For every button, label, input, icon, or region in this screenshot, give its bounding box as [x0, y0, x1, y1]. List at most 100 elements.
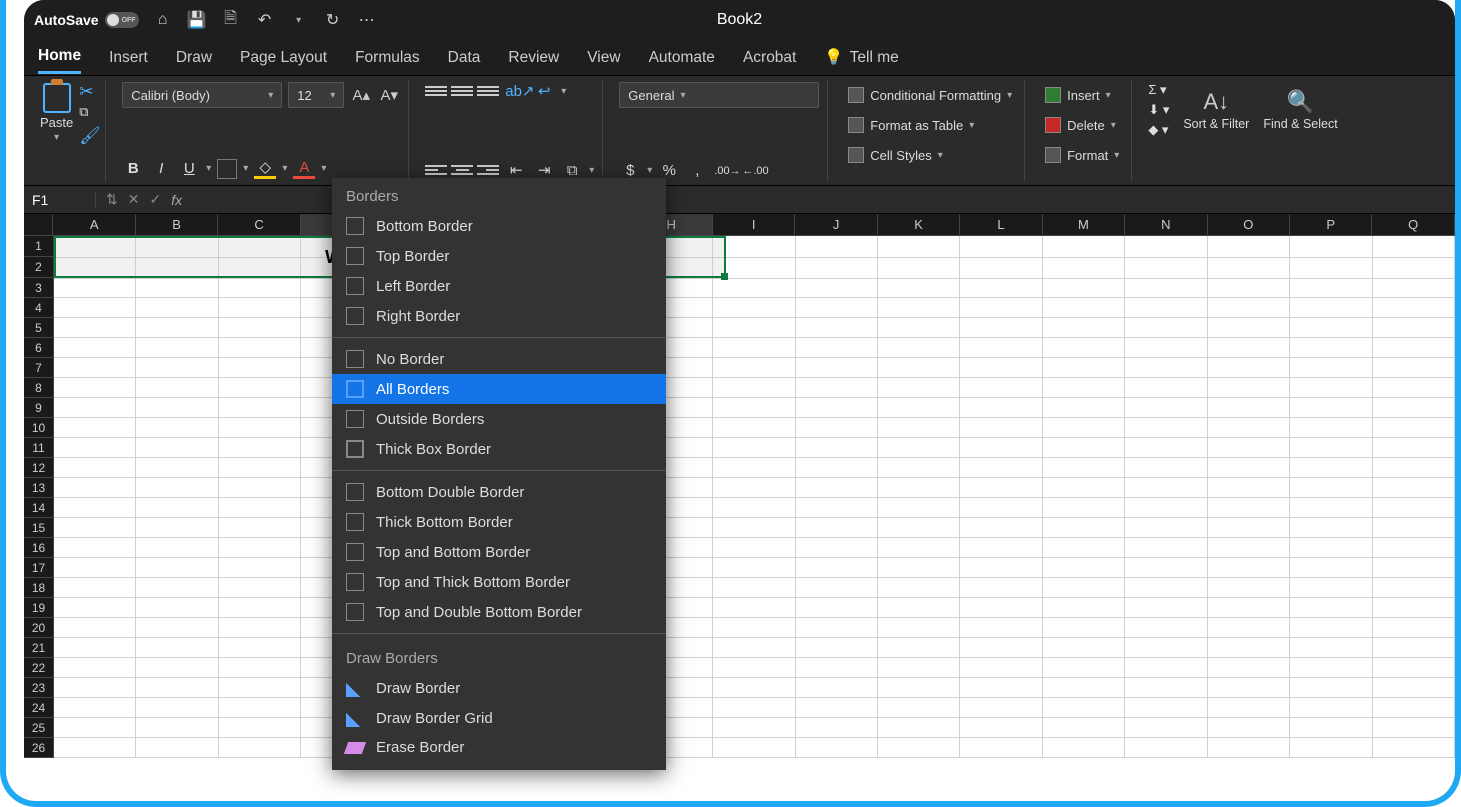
decrease-indent-icon[interactable]: ⇤: [505, 161, 527, 179]
menu-item-top-bottom-border[interactable]: Top and Bottom Border: [332, 537, 666, 567]
cell[interactable]: [1373, 678, 1455, 698]
cell[interactable]: [219, 478, 301, 498]
cell[interactable]: [136, 718, 218, 738]
cell[interactable]: [54, 638, 136, 658]
cell[interactable]: [219, 698, 301, 718]
cell[interactable]: [1208, 738, 1290, 758]
cell[interactable]: [54, 318, 136, 338]
menu-item-left-border[interactable]: Left Border: [332, 271, 666, 301]
cell[interactable]: [796, 318, 878, 338]
cell[interactable]: [1208, 358, 1290, 378]
cell[interactable]: [1208, 498, 1290, 518]
cell[interactable]: [1290, 378, 1372, 398]
cell[interactable]: [796, 298, 878, 318]
align-bottom-icon[interactable]: [477, 82, 499, 100]
cell[interactable]: [1043, 257, 1125, 279]
cell[interactable]: [136, 458, 218, 478]
cell[interactable]: [1373, 518, 1455, 538]
cell[interactable]: [54, 618, 136, 638]
cell[interactable]: [1373, 278, 1455, 298]
cell[interactable]: [1043, 236, 1125, 258]
cell[interactable]: [136, 418, 218, 438]
col-header[interactable]: K: [878, 214, 960, 236]
col-header[interactable]: Q: [1372, 214, 1454, 236]
cell[interactable]: [219, 498, 301, 518]
cell[interactable]: [960, 518, 1042, 538]
cell[interactable]: [1125, 518, 1207, 538]
cell[interactable]: [1043, 438, 1125, 458]
tab-draw[interactable]: Draw: [176, 43, 212, 73]
cell[interactable]: [1373, 598, 1455, 618]
cell[interactable]: [136, 618, 218, 638]
cell[interactable]: [796, 538, 878, 558]
cell[interactable]: [136, 378, 218, 398]
cell[interactable]: [1043, 558, 1125, 578]
cell[interactable]: [960, 478, 1042, 498]
cell[interactable]: [878, 658, 960, 678]
cell[interactable]: [136, 678, 218, 698]
cell[interactable]: [878, 398, 960, 418]
cell[interactable]: [1043, 498, 1125, 518]
cell[interactable]: [960, 698, 1042, 718]
row-header[interactable]: 26: [24, 738, 54, 758]
wrap-text-icon[interactable]: ↩: [533, 82, 555, 100]
cell[interactable]: [54, 478, 136, 498]
cell[interactable]: [1043, 338, 1125, 358]
cell[interactable]: [1125, 398, 1207, 418]
cell[interactable]: [136, 338, 218, 358]
col-header[interactable]: B: [136, 214, 218, 236]
cell[interactable]: [54, 378, 136, 398]
cell[interactable]: [1043, 578, 1125, 598]
cell[interactable]: [1043, 698, 1125, 718]
cell[interactable]: [1373, 236, 1455, 258]
cell[interactable]: [878, 618, 960, 638]
cell[interactable]: [1208, 418, 1290, 438]
cell[interactable]: [136, 738, 218, 758]
cell[interactable]: [219, 518, 301, 538]
cell[interactable]: [54, 698, 136, 718]
cell[interactable]: [713, 478, 795, 498]
cell[interactable]: [1125, 257, 1207, 279]
cell[interactable]: [1290, 257, 1372, 279]
cell[interactable]: [713, 518, 795, 538]
cell[interactable]: [1290, 618, 1372, 638]
row-header[interactable]: 5: [24, 318, 54, 338]
cell[interactable]: [136, 257, 218, 279]
cell[interactable]: [796, 518, 878, 538]
cell[interactable]: [878, 738, 960, 758]
cell[interactable]: [1125, 658, 1207, 678]
cell[interactable]: [1290, 478, 1372, 498]
cell[interactable]: [1373, 478, 1455, 498]
cell[interactable]: [1208, 538, 1290, 558]
row-header[interactable]: 19: [24, 598, 54, 618]
cell[interactable]: [136, 558, 218, 578]
cell[interactable]: [1290, 638, 1372, 658]
cell[interactable]: [54, 538, 136, 558]
cell[interactable]: [1208, 478, 1290, 498]
cell[interactable]: [1043, 738, 1125, 758]
cell[interactable]: [960, 558, 1042, 578]
tab-insert[interactable]: Insert: [109, 43, 148, 73]
cell[interactable]: [796, 257, 878, 279]
cell[interactable]: [219, 638, 301, 658]
cell[interactable]: [219, 298, 301, 318]
cell[interactable]: [713, 598, 795, 618]
cell[interactable]: [960, 658, 1042, 678]
tab-home[interactable]: Home: [38, 41, 81, 74]
cell[interactable]: [796, 478, 878, 498]
menu-item-top-double-bottom-border[interactable]: Top and Double Bottom Border: [332, 597, 666, 627]
cell[interactable]: [1125, 236, 1207, 258]
cell[interactable]: [1125, 538, 1207, 558]
cell[interactable]: [54, 236, 136, 258]
cell[interactable]: [1125, 278, 1207, 298]
cell[interactable]: [878, 638, 960, 658]
cell[interactable]: [1373, 378, 1455, 398]
cell[interactable]: [1208, 618, 1290, 638]
cell-styles-button[interactable]: Cell Styles▾: [844, 142, 1016, 168]
cell[interactable]: [1125, 378, 1207, 398]
cell[interactable]: [1043, 278, 1125, 298]
cell[interactable]: [796, 498, 878, 518]
cell[interactable]: [1290, 738, 1372, 758]
cell[interactable]: [878, 458, 960, 478]
align-middle-icon[interactable]: [451, 82, 473, 100]
